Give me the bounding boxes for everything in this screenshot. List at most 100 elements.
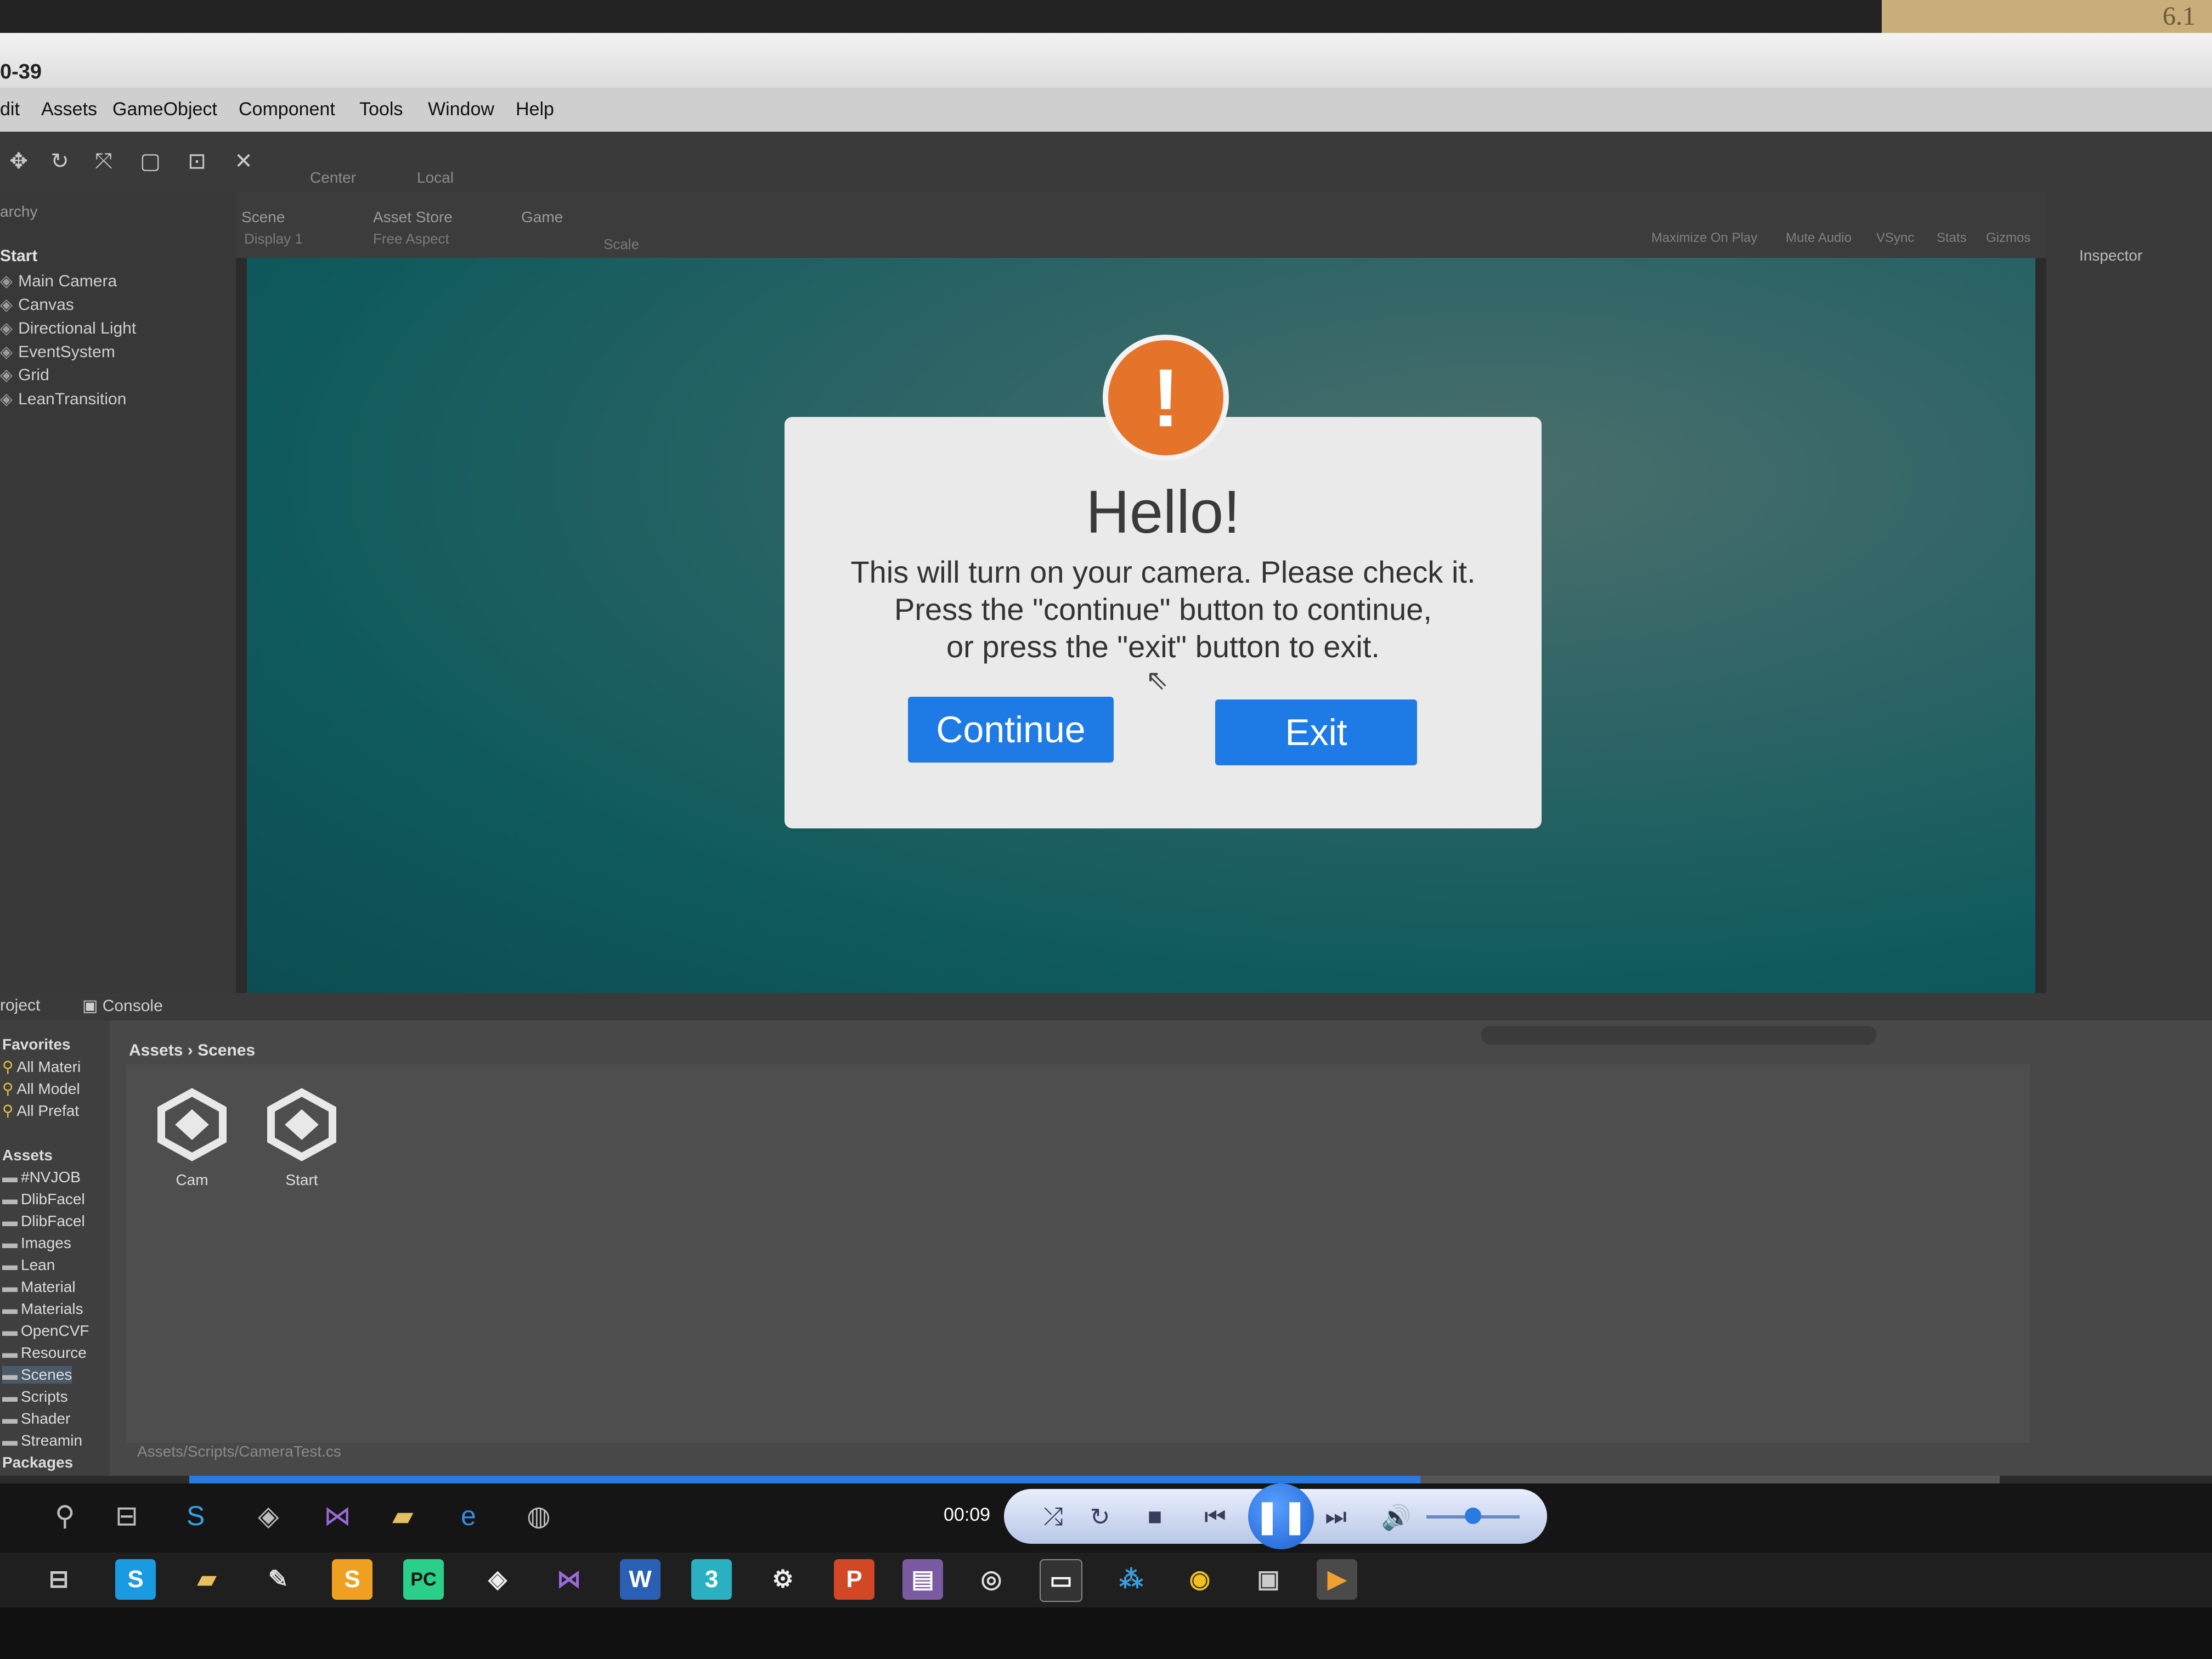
unity-icon[interactable]: ◈ xyxy=(477,1559,518,1600)
search-icon[interactable]: ⚲ xyxy=(55,1500,75,1532)
folder-item[interactable]: ▬ Material xyxy=(2,1278,76,1296)
aspect-select[interactable]: Free Aspect xyxy=(373,230,449,247)
tab-console[interactable]: ▣ Console xyxy=(82,996,163,1015)
tab-game[interactable]: Game xyxy=(521,208,563,226)
shuffle-icon[interactable]: ⤮ xyxy=(1034,1503,1073,1531)
folder-item[interactable]: ▬ Materials xyxy=(2,1300,83,1318)
project-search-input[interactable] xyxy=(1481,1026,1876,1045)
folder-item[interactable]: ▬ DlibFacel xyxy=(2,1212,85,1230)
hierarchy-item-main-camera[interactable]: ◈ Main Camera xyxy=(0,272,117,291)
assets-header[interactable]: Assets xyxy=(2,1147,53,1164)
playback-progress-bar[interactable] xyxy=(189,1476,2000,1483)
custom-tool-icon[interactable]: ✕ xyxy=(230,148,257,174)
scale-slider-label[interactable]: Scale xyxy=(603,236,639,253)
skype-icon[interactable]: S xyxy=(115,1559,156,1600)
breadcrumb-assets[interactable]: Assets xyxy=(129,1041,183,1059)
unity-icon[interactable]: ◈ xyxy=(258,1500,279,1532)
menu-window[interactable]: Window xyxy=(428,99,494,120)
inspector-tab[interactable]: Inspector xyxy=(2079,247,2142,264)
menu-component[interactable]: Component xyxy=(239,99,335,120)
folder-item[interactable]: ▬ #NVJOB xyxy=(2,1169,81,1186)
hierarchy-item-canvas[interactable]: ◈ Canvas xyxy=(0,295,74,314)
edge-icon[interactable]: e xyxy=(461,1500,476,1532)
scale-tool-icon[interactable]: ⤧ xyxy=(91,148,117,174)
file-explorer-icon[interactable]: ▰ xyxy=(392,1500,413,1532)
word-icon[interactable]: W xyxy=(620,1559,661,1600)
gizmos-toggle[interactable]: Gizmos xyxy=(1986,230,2030,246)
move-tool-icon[interactable]: ✥ xyxy=(5,148,32,174)
menu-help[interactable]: Help xyxy=(516,99,554,120)
pivot-center-toggle[interactable]: Center xyxy=(310,169,356,187)
winrar-icon[interactable]: ▤ xyxy=(902,1559,943,1600)
sublime-text-icon[interactable]: S xyxy=(332,1559,373,1600)
remote-desktop-icon[interactable]: ▣ xyxy=(1248,1559,1289,1600)
next-icon[interactable]: ⏭ xyxy=(1317,1503,1355,1531)
stats-toggle[interactable]: Stats xyxy=(1937,230,1967,246)
volume-slider-thumb[interactable] xyxy=(1465,1508,1481,1524)
hierarchy-item-leantransition[interactable]: ◈ LeanTransition xyxy=(0,390,126,409)
tab-project[interactable]: roject xyxy=(0,996,40,1015)
media-player-icon[interactable]: ▶ xyxy=(1317,1559,1357,1600)
hierarchy-item-eventsystem[interactable]: ◈ EventSystem xyxy=(0,342,115,362)
favorites-header[interactable]: Favorites xyxy=(2,1036,71,1053)
pivot-local-toggle[interactable]: Local xyxy=(417,169,454,187)
task-view-icon[interactable]: ⊟ xyxy=(115,1500,138,1532)
folder-item[interactable]: ▬ Images xyxy=(2,1234,71,1252)
settings-gear-icon[interactable]: ⚙ xyxy=(763,1559,803,1600)
rect-tool-icon[interactable]: ▢ xyxy=(137,148,163,174)
favorite-all-prefabs[interactable]: ⚲ All Prefat xyxy=(2,1102,79,1120)
rotate-tool-icon[interactable]: ↻ xyxy=(47,148,73,174)
tab-asset-store[interactable]: Asset Store xyxy=(373,208,453,226)
menu-tools[interactable]: Tools xyxy=(359,99,403,120)
folder-item[interactable]: ▬ Lean xyxy=(2,1256,55,1274)
folder-item[interactable]: ▬ Scripts xyxy=(2,1388,68,1406)
hierarchy-tab[interactable]: archy xyxy=(0,203,37,221)
visual-studio-icon[interactable]: ⋈ xyxy=(324,1500,351,1532)
powerpoint-icon[interactable]: P xyxy=(834,1559,874,1600)
pycharm-icon[interactable]: PC xyxy=(403,1559,444,1600)
monitor-bottom-bezel xyxy=(0,1607,2212,1659)
terminal-icon[interactable]: ▭ xyxy=(1040,1559,1082,1602)
volume-icon[interactable]: 🔊 xyxy=(1377,1503,1415,1532)
menu-gameobject[interactable]: GameObject xyxy=(112,99,217,120)
paint-icon[interactable]: ✎ xyxy=(258,1559,298,1600)
chrome-icon[interactable]: ◉ xyxy=(1180,1559,1220,1600)
display-select[interactable]: Display 1 xyxy=(244,230,303,247)
skype-icon[interactable]: S xyxy=(187,1500,205,1532)
maximize-on-play-toggle[interactable]: Maximize On Play xyxy=(1651,230,1757,246)
menu-edit[interactable]: dit xyxy=(0,99,20,120)
asset-scene-start[interactable]: Start xyxy=(252,1086,351,1189)
transform-tool-icon[interactable]: ⊡ xyxy=(184,148,210,174)
mute-audio-toggle[interactable]: Mute Audio xyxy=(1786,230,1852,246)
pause-icon[interactable]: ❚❚ xyxy=(1248,1483,1314,1549)
file-explorer-icon[interactable]: ▰ xyxy=(187,1559,227,1600)
asset-scene-cam[interactable]: Cam xyxy=(143,1086,241,1189)
obs-icon[interactable]: ◍ xyxy=(527,1500,551,1532)
3dsmax-icon[interactable]: 3 xyxy=(691,1559,732,1600)
folder-item[interactable]: ▬ OpenCVF xyxy=(2,1322,89,1340)
folder-item[interactable]: ▬ Streamin xyxy=(2,1432,82,1449)
visual-studio-icon[interactable]: ⋈ xyxy=(549,1559,589,1600)
hierarchy-scene-name[interactable]: Start xyxy=(0,247,37,266)
favorite-all-models[interactable]: ⚲ All Model xyxy=(2,1080,80,1098)
folder-item[interactable]: ▬ Shader xyxy=(2,1410,70,1427)
favorite-all-materials[interactable]: ⚲ All Materi xyxy=(2,1058,81,1076)
folder-item[interactable]: ▬ DlibFacel xyxy=(2,1190,85,1208)
packages-folder[interactable]: Packages xyxy=(2,1454,73,1471)
exit-button[interactable]: Exit xyxy=(1215,699,1417,765)
previous-icon[interactable]: ⏮ xyxy=(1196,1503,1234,1531)
network-icon[interactable]: ⁂ xyxy=(1111,1559,1152,1600)
breadcrumb-scenes[interactable]: Scenes xyxy=(198,1041,255,1059)
stop-icon[interactable]: ■ xyxy=(1136,1503,1174,1531)
vsync-toggle[interactable]: VSync xyxy=(1876,230,1914,246)
task-view-icon[interactable]: ⊟ xyxy=(38,1559,79,1600)
folder-item-selected[interactable]: ▬ Scenes xyxy=(2,1366,72,1384)
folder-item[interactable]: ▬ Resource xyxy=(2,1344,87,1362)
continue-button[interactable]: Continue xyxy=(908,697,1114,763)
browser-icon[interactable]: ◎ xyxy=(971,1559,1012,1600)
menu-assets[interactable]: Assets xyxy=(41,99,97,120)
tab-scene[interactable]: Scene xyxy=(241,208,285,226)
repeat-icon[interactable]: ↻ xyxy=(1081,1503,1119,1531)
hierarchy-item-grid[interactable]: ◈ Grid xyxy=(0,365,49,385)
hierarchy-item-directional-light[interactable]: ◈ Directional Light xyxy=(0,319,136,338)
